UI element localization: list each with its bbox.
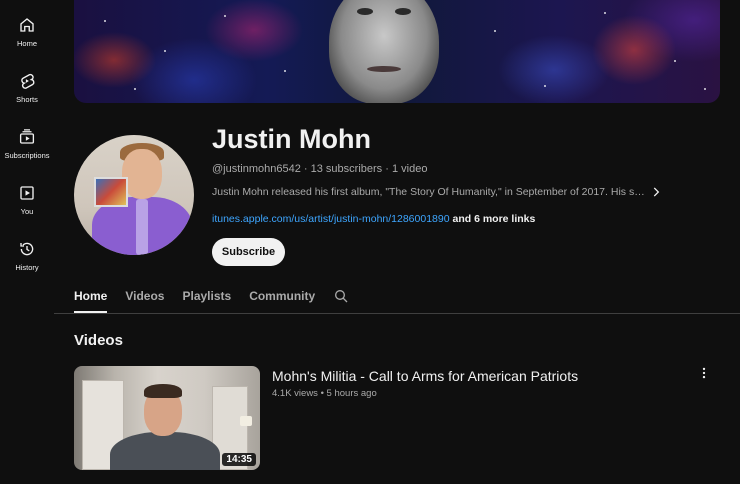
meta-separator: · bbox=[303, 163, 311, 175]
channel-links: itunes.apple.com/us/artist/justin-mohn/1… bbox=[212, 213, 535, 225]
nav-item-shorts[interactable]: Shorts bbox=[0, 72, 54, 104]
video-views: 4.1K views bbox=[272, 388, 318, 399]
tabs-divider bbox=[54, 313, 740, 314]
video-meta: 4.1K views • 5 hours ago bbox=[272, 388, 377, 399]
chevron-right-icon[interactable] bbox=[649, 185, 663, 199]
tab-community[interactable]: Community bbox=[249, 282, 315, 313]
subscribe-button[interactable]: Subscribe bbox=[212, 238, 285, 266]
video-duration-badge: 14:35 bbox=[222, 453, 256, 466]
video-count: 1 video bbox=[391, 163, 428, 175]
nav-item-you[interactable]: You bbox=[0, 184, 54, 216]
channel-tabs: Home Videos Playlists Community bbox=[74, 282, 349, 313]
nav-label-history: History bbox=[15, 263, 39, 272]
channel-meta: @justinmohn6542 · 13 subscribers · 1 vid… bbox=[212, 163, 427, 175]
video-thumbnail[interactable]: 14:35 bbox=[74, 366, 260, 470]
shorts-icon bbox=[21, 73, 35, 89]
channel-banner bbox=[74, 0, 720, 103]
tab-playlists[interactable]: Playlists bbox=[182, 282, 231, 313]
nav-item-home[interactable]: Home bbox=[0, 16, 54, 48]
history-icon bbox=[20, 242, 34, 256]
left-nav-rail: Home Shorts Subscriptions You History bbox=[0, 0, 54, 484]
tab-videos[interactable]: Videos bbox=[125, 282, 164, 313]
tab-home[interactable]: Home bbox=[74, 282, 108, 313]
video-title[interactable]: Mohn's Militia - Call to Arms for Americ… bbox=[272, 368, 578, 384]
channel-link[interactable]: itunes.apple.com/us/artist/justin-mohn/1… bbox=[212, 213, 450, 225]
banner-portrait-image bbox=[329, 0, 439, 103]
channel-name: Justin Mohn bbox=[212, 124, 371, 154]
channel-handle: @justinmohn6542 bbox=[212, 163, 301, 175]
nav-label-subscriptions: Subscriptions bbox=[4, 151, 50, 160]
more-links[interactable]: and 6 more links bbox=[452, 213, 535, 225]
channel-avatar[interactable] bbox=[74, 135, 194, 255]
subscriber-count: 13 subscribers bbox=[310, 163, 383, 175]
home-icon bbox=[20, 18, 34, 32]
channel-description[interactable]: Justin Mohn released his first album, "T… bbox=[212, 186, 652, 198]
search-icon[interactable] bbox=[333, 288, 349, 304]
nav-item-history[interactable]: History bbox=[0, 240, 54, 272]
nav-item-subscriptions[interactable]: Subscriptions bbox=[0, 128, 54, 160]
you-icon bbox=[20, 186, 34, 200]
nav-label-shorts: Shorts bbox=[16, 95, 38, 104]
section-title-videos[interactable]: Videos bbox=[74, 332, 123, 349]
more-vert-icon[interactable] bbox=[697, 365, 711, 381]
nav-label-you: You bbox=[20, 207, 34, 216]
nav-label-home: Home bbox=[16, 39, 37, 48]
video-age: 5 hours ago bbox=[326, 388, 377, 399]
subscriptions-icon bbox=[19, 129, 35, 144]
meta-separator: · bbox=[385, 163, 392, 175]
